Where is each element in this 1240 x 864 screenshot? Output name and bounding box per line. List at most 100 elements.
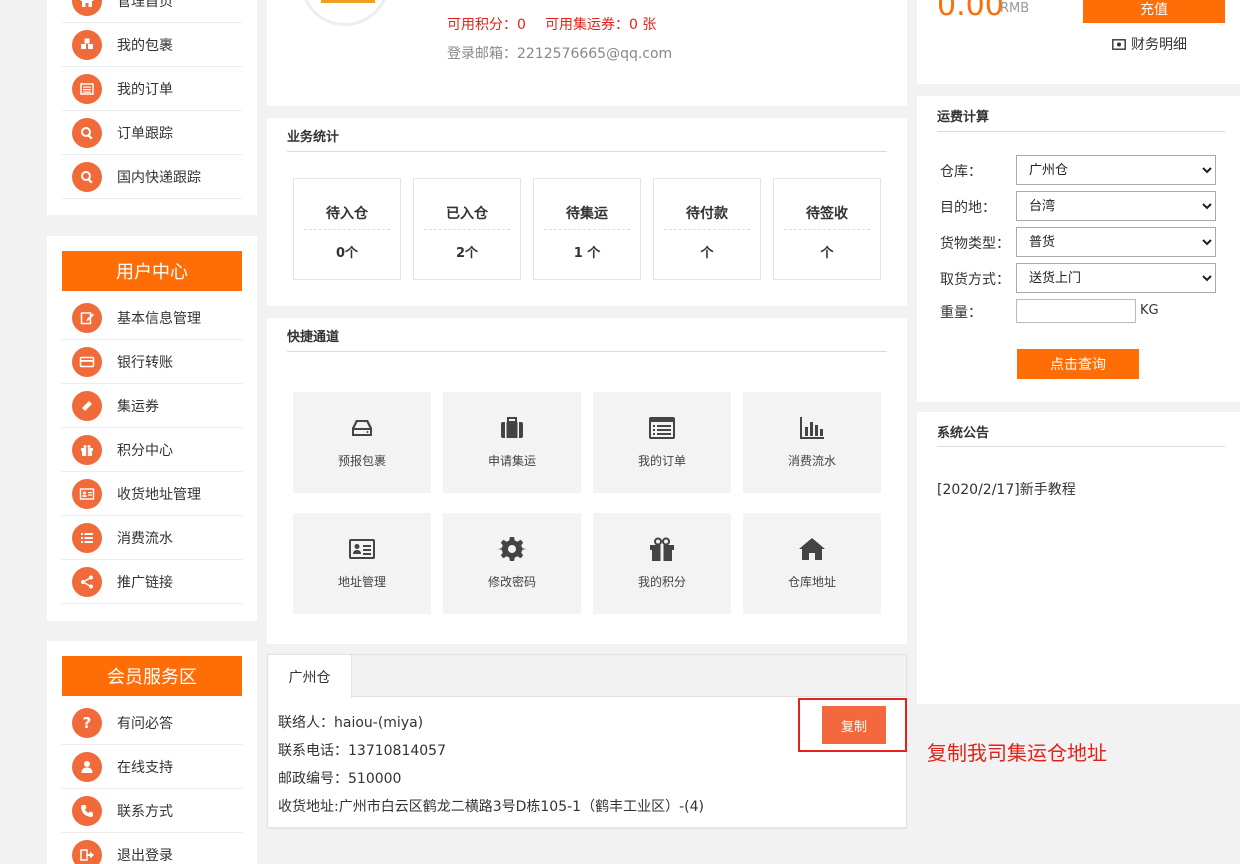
divider [287,151,887,152]
section-title: 运费计算 [937,110,990,125]
finance-details-label: 财务明细 [1131,37,1187,53]
recharge-button[interactable]: 充值 [1083,0,1225,23]
quick-warehouse-address[interactable]: 仓库地址 [743,513,881,614]
finance-details-link[interactable]: 财务明细 [1112,34,1187,54]
quick-transactions[interactable]: 消费流水 [743,392,881,493]
card-icon [72,346,102,377]
gift-icon [72,434,102,465]
quick-label: 预报包裹 [337,454,386,468]
tab-label: 广州仓 [288,669,331,686]
sidebar-member-panel: 会员服务区 ? 有问必答 在线支持 联系方式 退出登录 [47,641,257,864]
quick-label: 地址管理 [337,575,386,589]
stat-pending-payment[interactable]: 待付款 个 [653,178,761,280]
destination-select[interactable]: 台湾 [1016,191,1216,221]
freight-calculator-panel: 运费计算 仓库： 广州仓 目的地： 台湾 货物类型： 普货 取货方式： 送货上门… [917,96,1240,402]
sidebar-item-domestic-tracking[interactable]: 国内快递跟踪 [62,155,242,199]
quick-my-points[interactable]: 我的积分 [593,513,731,614]
weight-label: 重量： [940,305,982,321]
stat-value: 2个 [455,246,479,261]
stat-name: 待入仓 [326,206,368,222]
section-title: 系统公告 [937,426,990,441]
sidebar-item-points-center[interactable]: 积分中心 [62,428,242,472]
sidebar-item-contact[interactable]: 联系方式 [62,789,242,833]
sidebar-item-label: 基本信息管理 [117,310,201,327]
search-icon [72,117,102,148]
stat-inbound[interactable]: 已入仓 2个 [413,178,521,280]
sidebar-item-faq[interactable]: ? 有问必答 [62,701,242,745]
quick-label: 仓库地址 [787,575,836,589]
user-icon [72,751,102,782]
stat-name: 已入仓 [446,206,488,222]
sidebar-item-label: 管理首页 [117,0,173,10]
quick-forecast-package[interactable]: 预报包裹 [293,392,431,493]
sidebar-item-label: 有问必答 [117,715,173,732]
divider [937,131,1225,132]
sidebar-item-coupons[interactable]: 集运券 [62,384,242,428]
cargo-type-label: 货物类型： [940,236,1010,252]
sidebar-item-order-tracking[interactable]: 订单跟踪 [62,111,242,155]
profile-panel: 可用积分：0 可用集运券：0 张 登录邮箱：2212576665@qq.com [267,0,907,106]
order-icon [72,73,102,104]
cargo-type-select[interactable]: 普货 [1016,227,1216,257]
sidebar-item-home[interactable]: 管理首页 [62,0,242,23]
balance-currency: RMB [1000,1,1030,16]
weight-unit: KG [1140,303,1159,318]
sidebar-item-packages[interactable]: 我的包裹 [62,23,242,67]
copy-annotation: 复制我司集运仓地址 [927,741,1107,765]
sidebar-user-center-panel: 用户中心 基本信息管理 银行转账 集运券 积分中心 收货地址管理 消费流水 推广… [47,236,257,621]
home-icon [799,538,825,560]
quick-address-management[interactable]: 地址管理 [293,513,431,614]
address-card-icon [349,539,375,559]
query-button[interactable]: 点击查询 [1017,349,1139,379]
available-coupons: 可用集运券：0 张 [545,17,657,33]
available-points: 可用积分：0 [447,17,526,33]
phone-icon [72,795,102,826]
quick-label: 申请集运 [487,454,536,468]
quick-apply-consolidation[interactable]: 申请集运 [443,392,581,493]
contact-phone: 联系电话：13710814057 [278,743,446,759]
edit-icon [72,302,102,333]
sidebar-item-label: 订单跟踪 [117,125,173,142]
system-notice-panel: 系统公告 [2020/2/17]新手教程 [917,412,1240,704]
section-title: 业务统计 [287,130,340,145]
stat-pending-consolidation[interactable]: 待集运 1 个 [533,178,641,280]
bar-chart-icon [800,417,824,439]
packages-icon [72,29,102,60]
quick-my-orders[interactable]: 我的订单 [593,392,731,493]
stat-value: 个 [700,246,714,261]
sidebar-item-transactions[interactable]: 消费流水 [62,516,242,560]
stat-pending-receipt[interactable]: 待签收 个 [773,178,881,280]
share-icon [72,566,102,597]
notice-item[interactable]: [2020/2/17]新手教程 [937,479,1076,499]
sidebar-item-logout[interactable]: 退出登录 [62,833,242,864]
inbox-icon [352,420,372,436]
list-alt-icon [649,417,675,439]
login-email: 登录邮箱：2212576665@qq.com [447,46,673,62]
stat-name: 待付款 [686,206,728,222]
avatar [300,0,390,26]
sidebar-item-label: 在线支持 [117,759,173,776]
sidebar-item-referral-link[interactable]: 推广链接 [62,560,242,604]
sidebar-item-basic-info[interactable]: 基本信息管理 [62,296,242,340]
sidebar-item-orders[interactable]: 我的订单 [62,67,242,111]
quick-label: 我的积分 [637,575,686,589]
tab-guangzhou-warehouse[interactable]: 广州仓 [268,655,352,698]
briefcase-icon [501,417,523,438]
sidebar-item-address-management[interactable]: 收货地址管理 [62,472,242,516]
sidebar-item-online-support[interactable]: 在线支持 [62,745,242,789]
gear-icon [498,537,526,561]
sidebar-item-bank-transfer[interactable]: 银行转账 [62,340,242,384]
quick-change-password[interactable]: 修改密码 [443,513,581,614]
divider [287,351,887,352]
shipping-address: 收货地址:广州市白云区鹤龙二横路3号D栋105-1（鹤丰工业区）-(4) [278,799,704,815]
pickup-method-select[interactable]: 送货上门 [1016,263,1216,293]
sidebar-item-label: 国内快递跟踪 [117,169,201,186]
warehouse-select[interactable]: 广州仓 [1016,155,1216,185]
pickup-method-label: 取货方式： [940,272,1010,288]
search-icon [72,161,102,192]
copy-address-button[interactable]: 复制 [822,706,886,744]
business-stats-panel: 业务统计 待入仓 0个 已入仓 2个 待集运 1 个 待付款 个 待签收 个 [267,118,907,306]
sidebar-item-label: 我的订单 [117,81,173,98]
weight-input[interactable] [1016,299,1136,323]
stat-pending-inbound[interactable]: 待入仓 0个 [293,178,401,280]
